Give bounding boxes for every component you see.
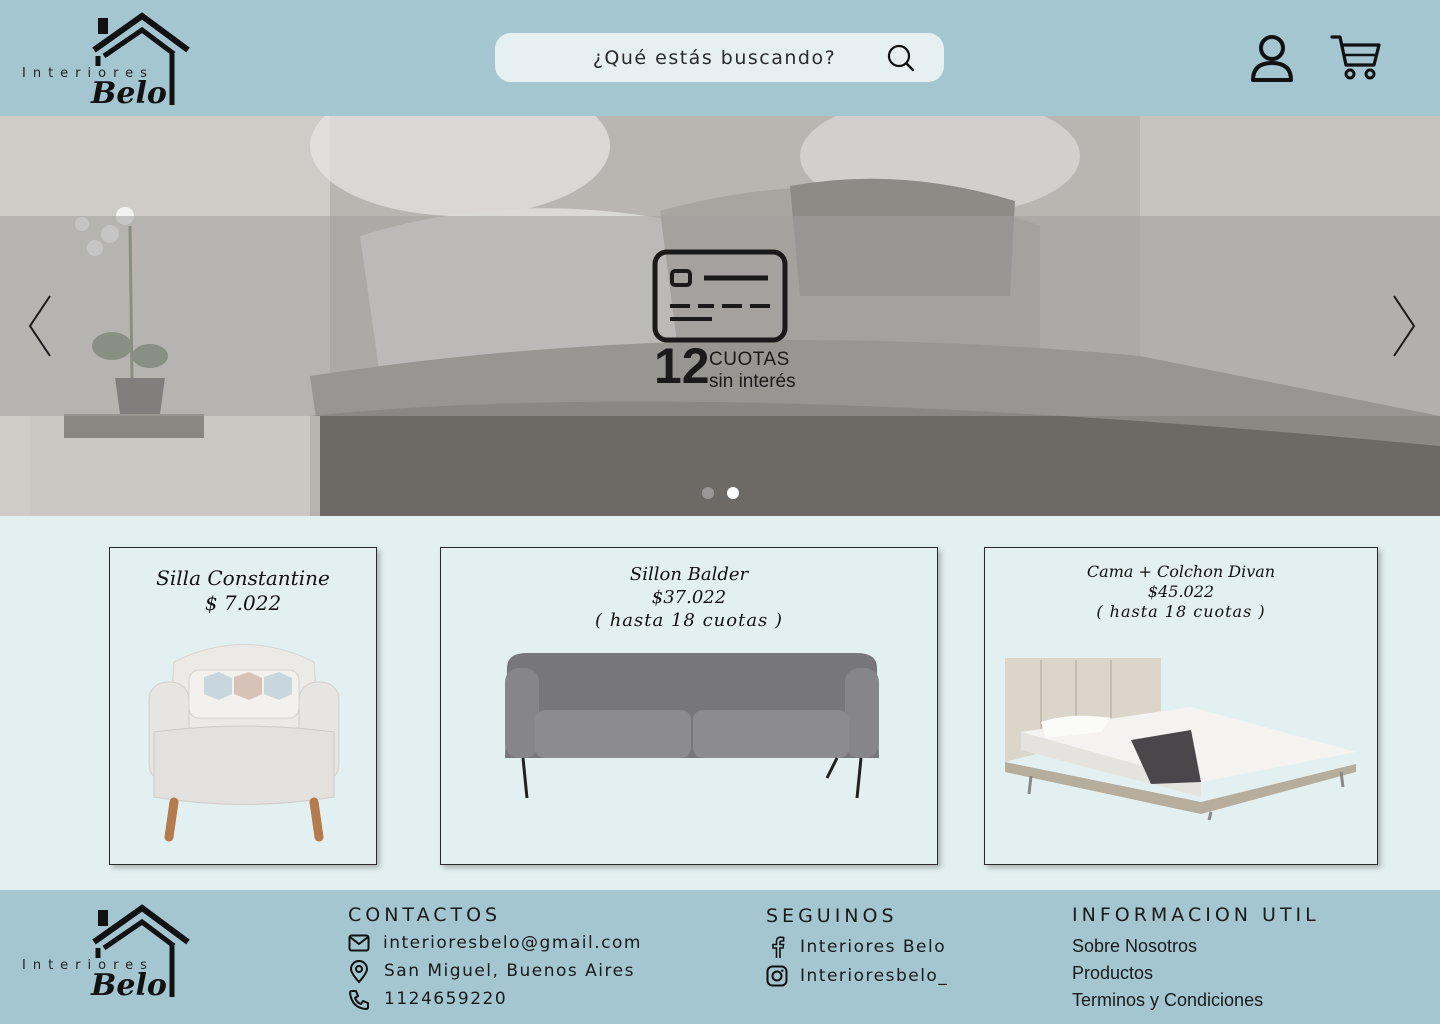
bed-image [1005,658,1356,821]
carousel-dot-2[interactable] [727,487,739,499]
product-installments-note: ( hasta 18 cuotas ) [594,610,784,631]
product-card-cama[interactable]: Cama + Colchon Divan $45.022 ( hasta 18 … [984,547,1378,865]
product-price: $37.022 [651,587,727,608]
product-name: Sillon Balder [629,564,749,585]
product-name: Silla Constantine [156,566,330,590]
promo-line-2: sin interés [709,371,796,392]
product-card-sillon[interactable]: Sillon Balder $37.022 ( hasta 18 cuotas … [440,547,938,865]
link-sobre-nosotros[interactable]: Sobre Nosotros [1072,936,1197,957]
promo-number: 12 [654,338,710,394]
product-price: $45.022 [1147,582,1215,601]
product-price: $ 7.022 [204,591,282,615]
informacion-util-title: INFORMACION UTIL [1072,904,1320,926]
product-card-silla[interactable]: Silla Constantine $ 7.022 [109,547,377,865]
hero-carousel: 12 CUOTAS sin interés [0,116,1440,516]
user-icon[interactable] [1249,33,1295,83]
phone-icon [349,990,369,1010]
logo-name: Belo [91,968,167,1003]
chevron-right-icon[interactable] [1388,294,1418,358]
contact-address: San Miguel, Buenos Aires [384,961,635,981]
contact-phone: 1124659220 [384,989,508,1009]
contactos-title: CONTACTOS [348,904,502,926]
credit-card-icon [652,249,788,343]
mail-icon [348,934,370,952]
link-terminos[interactable]: Terminos y Condiciones [1072,990,1263,1011]
search-icon[interactable] [886,43,916,73]
location-pin-icon [349,960,369,984]
logo-name: Belo [91,76,167,111]
armchair-image [148,644,340,842]
carousel-dot-1[interactable] [702,487,714,499]
sofa-image [505,653,879,799]
chevron-left-icon[interactable] [26,294,56,358]
link-productos[interactable]: Productos [1072,963,1153,984]
cart-icon[interactable] [1330,33,1382,83]
seguinos-title: SEGUINOS [766,905,898,927]
search-bar [495,33,944,82]
installments-promo: 12 CUOTAS sin interés [652,249,802,399]
instagram-icon [766,965,788,987]
contact-email[interactable]: interioresbelo@gmail.com [383,933,642,953]
facebook-link[interactable]: Interiores Belo [800,937,946,957]
brand-logo[interactable]: Interiores Belo [22,10,202,111]
facebook-icon [772,936,785,958]
search-input[interactable] [495,33,944,82]
product-installments-note: ( hasta 18 cuotas ) [1096,602,1266,621]
product-name: Cama + Colchon Divan [1086,562,1276,581]
footer-brand-logo[interactable]: Interiores Belo [22,902,202,1003]
site-header: Interiores Belo [0,0,1440,116]
site-footer: Interiores Belo CONTACTOS interioresbelo… [0,890,1440,1024]
promo-line-1: CUOTAS [709,349,790,370]
instagram-link[interactable]: Interioresbelo_ [800,966,948,986]
